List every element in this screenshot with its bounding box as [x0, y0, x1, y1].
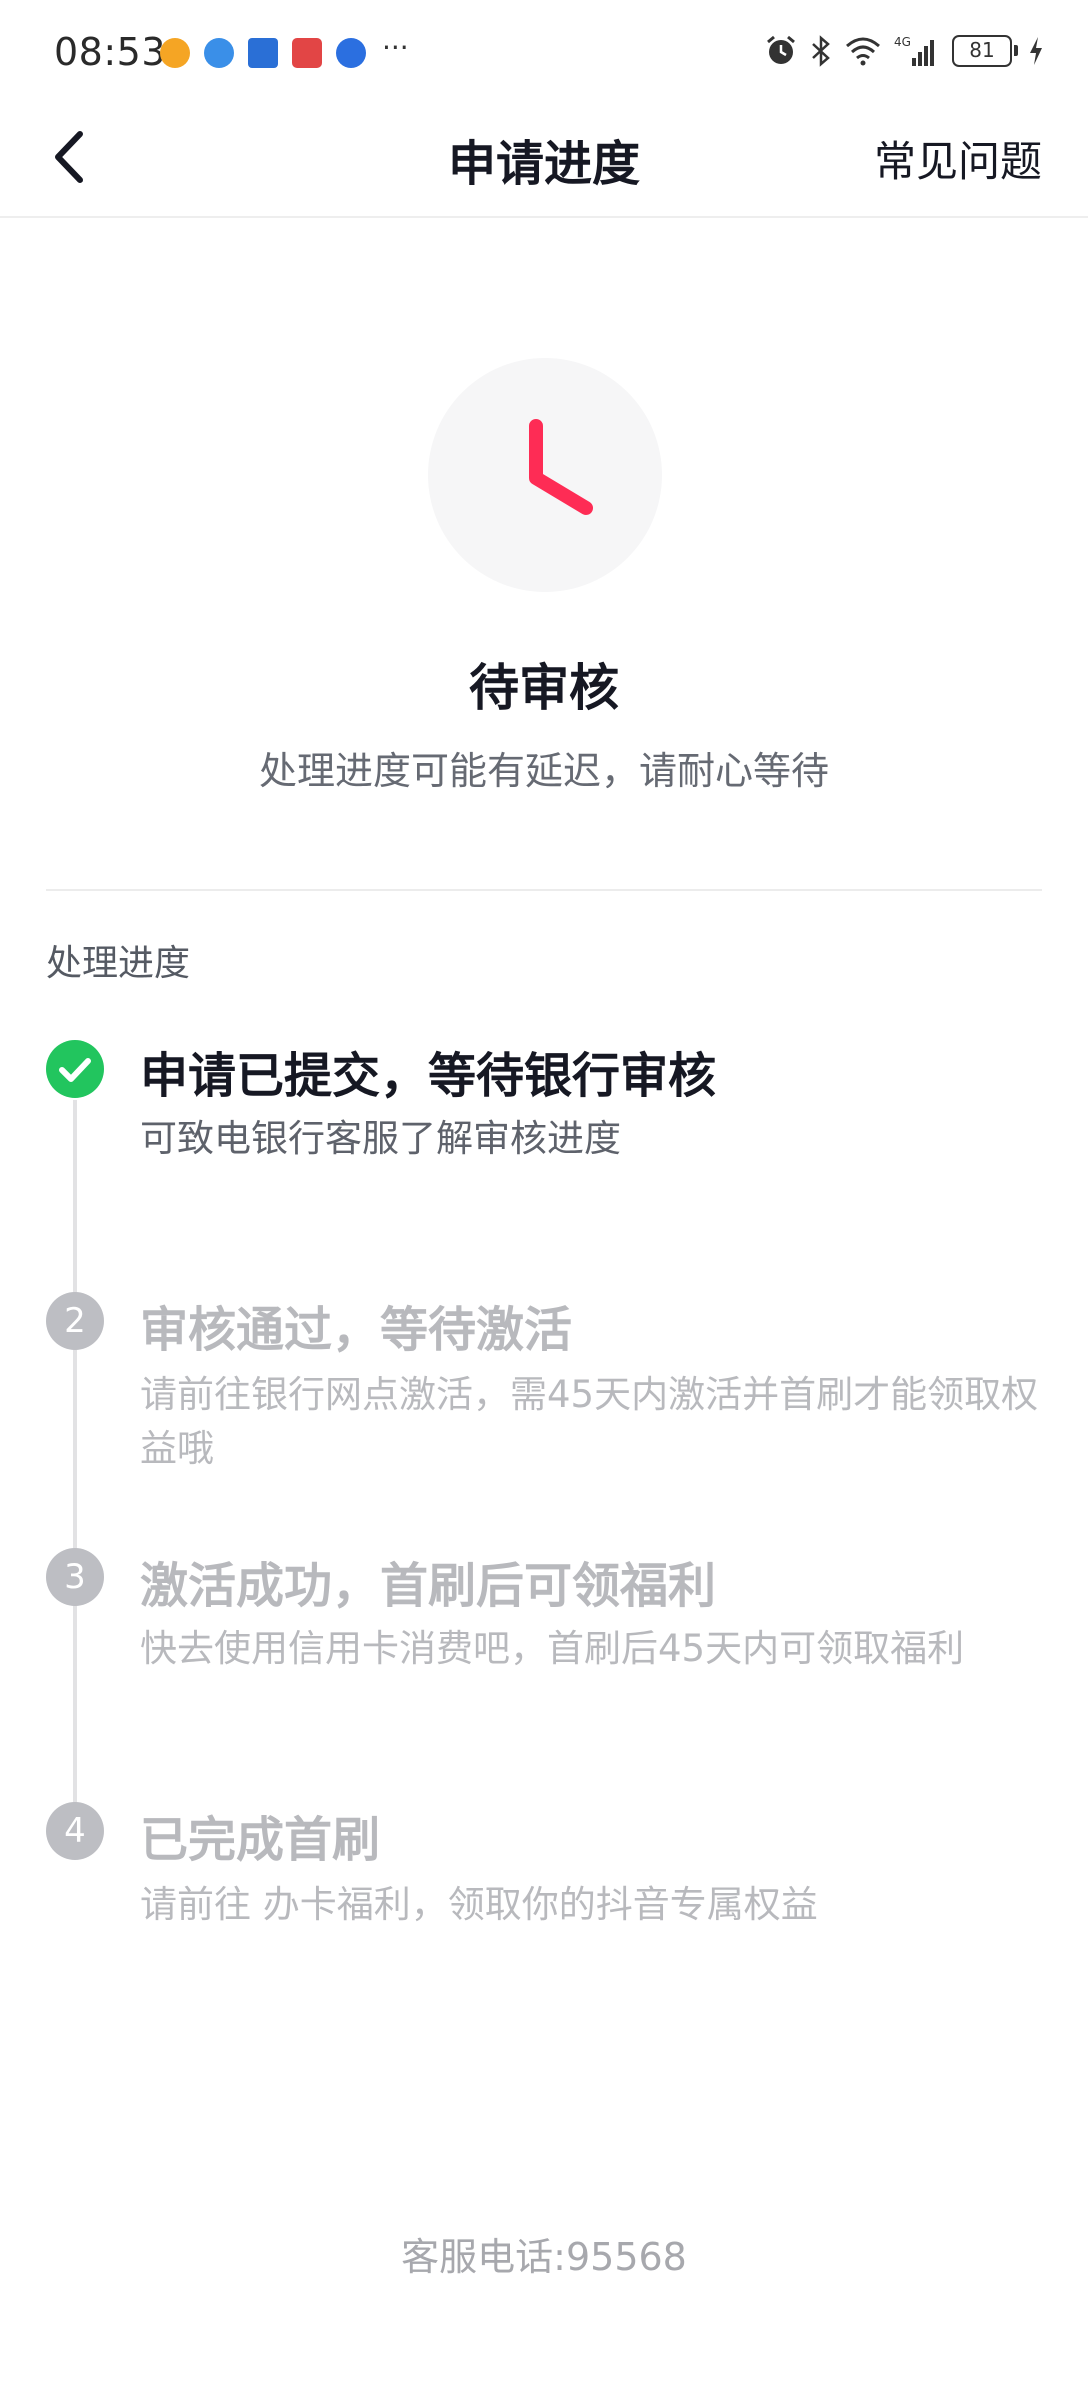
progress-section-title: 处理进度	[46, 943, 191, 984]
cellular-signal-icon: 4G	[894, 35, 934, 66]
customer-service-hotline[interactable]: 客服电话:95568	[0, 2226, 1088, 2281]
step-description: 请前往银行网点激活，需45天内激活并首刷才能领取权益哦	[140, 1373, 1039, 1470]
u-app-icon	[336, 38, 366, 68]
alarm-icon	[767, 35, 795, 64]
status-bar: 08:53 ··· 4G 81	[0, 0, 1088, 100]
faq-link[interactable]: 常见问题	[874, 128, 1042, 189]
step-number-badge: 2	[46, 1292, 104, 1350]
charging-icon	[1030, 37, 1042, 65]
timeline-line	[73, 1100, 77, 1830]
status-description: 处理进度可能有延迟，请耐心等待	[258, 749, 829, 793]
more-notifications-icon: ···	[382, 30, 409, 64]
nav-bar: 申请进度 常见问题	[0, 100, 1088, 218]
clock-icon	[529, 419, 593, 515]
step-description: 快去使用信用卡消费吧，首刷后45天内可领取福利	[140, 1627, 965, 1670]
battery-icon: 81	[952, 35, 1018, 67]
step-number-badge: 3	[46, 1548, 104, 1606]
check-icon	[46, 1040, 104, 1098]
step-title: 已完成首刷	[140, 1812, 381, 1868]
notification-icons: ···	[160, 31, 409, 68]
step-description: 请前往 办卡福利，领取你的抖音专属权益	[140, 1883, 818, 1926]
system-icons: 4G 81	[752, 34, 1044, 68]
step-number-badge: 4	[46, 1802, 104, 1860]
status-clock	[428, 358, 662, 592]
wifi-icon	[846, 37, 880, 66]
step-description: 可致电银行客服了解审核进度	[140, 1117, 621, 1160]
app-icon	[248, 38, 278, 68]
status-time: 08:53	[54, 30, 167, 74]
bluetooth-icon	[812, 35, 830, 67]
status-title: 待审核	[469, 659, 619, 717]
globe-icon	[204, 38, 234, 68]
weibo-icon	[160, 38, 190, 68]
step-title: 申请已提交，等待银行审核	[140, 1048, 717, 1104]
step-title: 激活成功，首刷后可领福利	[140, 1558, 717, 1614]
book-icon	[292, 38, 322, 68]
svg-text:4G: 4G	[894, 35, 911, 49]
divider	[46, 889, 1042, 891]
step-title: 审核通过，等待激活	[140, 1302, 573, 1358]
